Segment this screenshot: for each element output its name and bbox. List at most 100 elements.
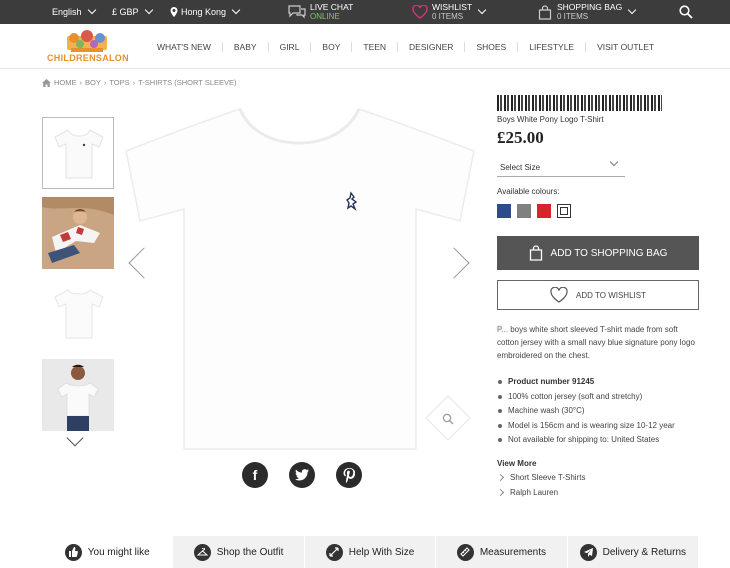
tab-label: Delivery & Returns [602, 546, 686, 558]
search-icon [679, 5, 693, 19]
description-obscured-prefix: P... [497, 325, 508, 334]
white-tshirt-image [125, 108, 475, 450]
language-selector[interactable]: English [52, 0, 96, 24]
thumbnail-1[interactable] [42, 117, 114, 189]
tab-label: Measurements [479, 546, 546, 558]
currency-label: £ GBP [112, 7, 139, 17]
view-more-link-label: Ralph Lauren [510, 488, 559, 497]
product-tabs: You might like Shop the Outfit Help With… [42, 536, 698, 568]
live-chat-label: LIVE CHAT [310, 2, 354, 12]
view-more-link[interactable]: Ralph Lauren [496, 488, 559, 497]
twitter-share-button[interactable] [289, 462, 315, 488]
wishlist-button[interactable]: WISHLIST 0 ITEMS [412, 0, 487, 24]
breadcrumb-boy[interactable]: BOY [85, 78, 101, 87]
breadcrumb-tshirts[interactable]: T-SHIRTS (SHORT SLEEVE) [138, 78, 236, 87]
nav-visit-outlet[interactable]: VISIT OUTLET [585, 41, 665, 52]
thumbnails-down-arrow-icon[interactable] [66, 429, 84, 447]
heart-icon [550, 287, 568, 303]
nav-teen[interactable]: TEEN [351, 41, 397, 52]
view-more-link-label: Short Sleeve T-Shirts [510, 473, 586, 482]
tab-shop-the-outfit[interactable]: Shop the Outfit [172, 536, 303, 568]
pinterest-icon [343, 467, 355, 483]
live-chat-status: ONLINE [310, 12, 340, 21]
live-chat-button[interactable]: LIVE CHAT ONLINE [287, 0, 353, 24]
zoom-magnifier-icon [442, 413, 454, 425]
product-number: Product number 91245 [497, 375, 675, 390]
facebook-share-button[interactable]: f [242, 462, 268, 488]
colour-swatch-navy[interactable] [497, 204, 511, 218]
bag-label: SHOPPING BAG [557, 2, 623, 12]
nav-designer[interactable]: DESIGNER [397, 41, 464, 52]
nav-shoes[interactable]: SHOES [464, 41, 517, 52]
product-description: P... boys white short sleeved T-shirt ma… [497, 323, 697, 362]
heart-icon [412, 5, 428, 19]
thumbs-up-icon [64, 543, 82, 561]
twitter-icon [295, 469, 309, 481]
view-more-link[interactable]: Short Sleeve T-Shirts [496, 473, 586, 482]
colour-swatch-grey[interactable] [517, 204, 531, 218]
tab-label: Shop the Outfit [216, 546, 284, 558]
tab-you-might-like[interactable]: You might like [42, 536, 173, 568]
chevron-down-icon [87, 5, 96, 15]
chat-bubble-icon [288, 5, 306, 19]
tab-measurements[interactable]: Measurements [435, 536, 566, 568]
wishlist-count: 0 ITEMS [432, 12, 464, 21]
size-select-label: Select Size [500, 162, 541, 172]
chevron-right-icon [496, 473, 505, 482]
location-label: Hong Kong [181, 7, 227, 17]
shopping-bag-button[interactable]: SHOPPING BAG 0 ITEMS [538, 0, 637, 24]
product-details-list: Product number 91245 100% cotton jersey … [497, 375, 675, 448]
detail-item: Model is 156cm and is wearing size 10-12… [497, 419, 675, 434]
thumbnail-4[interactable] [42, 359, 114, 431]
nav-boy[interactable]: BOY [310, 41, 351, 52]
thumbnail-3[interactable] [42, 278, 114, 350]
top-bar: English £ GBP Hong Kong LIVE CHAT ONLINE… [0, 0, 730, 24]
ruler-icon [456, 543, 474, 561]
size-select[interactable]: Select Size [497, 157, 625, 177]
add-to-wishlist-label: ADD TO WISHLIST [576, 290, 646, 300]
bag-count: 0 ITEMS [557, 12, 589, 21]
chevron-right-icon [496, 488, 505, 497]
nav-girl[interactable]: GIRL [267, 41, 311, 52]
add-to-bag-label: ADD TO SHOPPING BAG [550, 247, 668, 259]
breadcrumb-home[interactable]: HOME [54, 78, 77, 87]
location-pin-icon [170, 7, 178, 17]
model-standing-thumbnail-image [42, 359, 114, 431]
brand-name-obscured[interactable] [497, 95, 662, 111]
nav-baby[interactable]: BABY [221, 41, 268, 52]
colour-swatch-white-selected[interactable] [557, 204, 571, 218]
logo-text: CHILDRENSALON [47, 53, 129, 63]
currency-selector[interactable]: £ GBP [112, 0, 153, 24]
tab-delivery-returns[interactable]: Delivery & Returns [566, 536, 698, 568]
breadcrumb: HOME › BOY › TOPS › T-SHIRTS (SHORT SLEEVE) [42, 78, 237, 87]
detail-item: Machine wash (30°C) [497, 404, 675, 419]
add-to-bag-button[interactable]: ADD TO SHOPPING BAG [497, 236, 699, 270]
tab-help-with-size[interactable]: Help With Size [303, 536, 435, 568]
breadcrumb-tops[interactable]: TOPS [109, 78, 129, 87]
search-button[interactable] [679, 0, 693, 24]
detail-item: Not available for shipping to: United St… [497, 433, 675, 448]
location-selector[interactable]: Hong Kong [170, 0, 241, 24]
thumbnail-2[interactable] [42, 197, 114, 269]
detail-item: 100% cotton jersey (soft and stretchy) [497, 390, 675, 405]
shopping-bag-icon [529, 245, 542, 261]
tab-label: You might like [87, 546, 150, 558]
nav-whats-new[interactable]: WHAT'S NEW [146, 42, 222, 52]
chevron-down-icon [231, 5, 241, 15]
chevron-down-icon [627, 5, 637, 15]
colour-swatch-red[interactable] [537, 204, 551, 218]
tshirt-back-thumbnail-image [54, 289, 104, 339]
nav-lifestyle[interactable]: LIFESTYLE [517, 41, 585, 52]
site-logo[interactable]: CHILDRENSALON [47, 30, 129, 66]
main-product-image[interactable] [122, 95, 477, 455]
logo-illustration-icon [67, 30, 107, 52]
resize-arrows-icon [325, 543, 343, 561]
pinterest-share-button[interactable] [336, 462, 362, 488]
colours-label: Available colours: [497, 187, 560, 196]
facebook-icon: f [252, 467, 258, 483]
main-nav: WHAT'S NEW BABY GIRL BOY TEEN DESIGNER S… [146, 24, 665, 69]
add-to-wishlist-button[interactable]: ADD TO WISHLIST [497, 280, 699, 310]
shopping-bag-icon [538, 4, 552, 20]
view-more-heading: View More [497, 459, 537, 468]
chevron-down-icon [144, 5, 153, 15]
